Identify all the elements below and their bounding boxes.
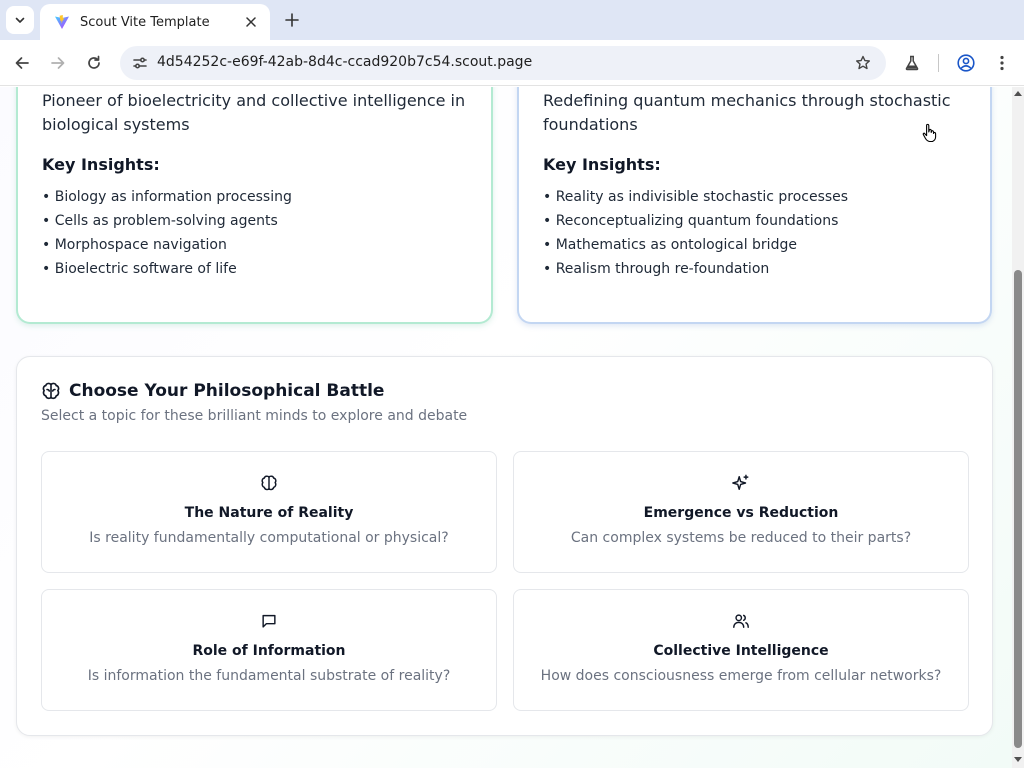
address-bar[interactable]: 4d54252c-e69f-42ab-8d4c-ccad920b7c54.sco…: [120, 46, 886, 80]
page-viewport: Pioneer of bioelectricity and collective…: [0, 87, 1012, 768]
tab-close-button[interactable]: [242, 13, 260, 31]
profile-card-quantum: Redefining quantum mechanics through sto…: [517, 87, 992, 324]
tab-strip: Scout Vite Template: [0, 0, 1024, 40]
plus-icon: [285, 13, 299, 27]
tab-title: Scout Vite Template: [80, 14, 210, 30]
topic-description: Is information the fundamental substrate…: [87, 668, 451, 684]
site-info-tune-icon[interactable]: [128, 51, 152, 75]
battle-heading-row: Choose Your Philosophical Battle: [41, 381, 384, 401]
scrollbar-thumb[interactable]: [1014, 270, 1022, 748]
url-text: 4d54252c-e69f-42ab-8d4c-ccad920b7c54.sco…: [157, 54, 533, 70]
bookmark-star-icon[interactable]: [852, 52, 874, 74]
profile-description: Redefining quantum mechanics through sto…: [543, 91, 951, 134]
topic-title: Emergence vs Reduction: [643, 505, 839, 521]
users-icon: [732, 612, 750, 630]
scroll-up-arrow-icon[interactable]: [1014, 91, 1022, 96]
forward-arrow-icon: [51, 57, 65, 69]
more-vert-icon: [1000, 55, 1004, 71]
profile-card-bioelectricity: Pioneer of bioelectricity and collective…: [16, 87, 493, 324]
key-insights-heading: Key Insights:: [543, 155, 661, 174]
browser-tab[interactable]: Scout Vite Template: [40, 4, 270, 40]
topic-title: Role of Information: [192, 643, 346, 659]
reload-icon: [88, 55, 100, 69]
forward-button[interactable]: [46, 51, 70, 75]
profile-icon: [957, 54, 975, 72]
hand-cursor-icon: [922, 123, 937, 143]
battle-subtitle: Select a topic for these brilliant minds…: [41, 408, 468, 424]
back-button[interactable]: [10, 51, 34, 75]
topic-title: The Nature of Reality: [184, 505, 354, 521]
message-square-icon: [260, 612, 278, 630]
profile-description: Pioneer of bioelectricity and collective…: [42, 91, 466, 134]
topic-description: How does consciousness emerge from cellu…: [540, 668, 942, 684]
topic-role-of-information[interactable]: Role of Information Is information the f…: [41, 589, 497, 711]
insight-item: • Reality as indivisible stochastic proc…: [543, 189, 849, 205]
flask-icon: [905, 55, 919, 71]
key-insights-list: • Biology as information processing • Ce…: [42, 185, 292, 281]
back-arrow-icon: [15, 57, 29, 69]
chevron-down-icon: [15, 17, 25, 23]
insight-item: • Biology as information processing: [42, 189, 292, 205]
brain-icon: [260, 474, 278, 492]
reload-button[interactable]: [82, 51, 106, 75]
insight-item: • Morphospace navigation: [42, 237, 227, 253]
sparkles-icon: [732, 474, 750, 492]
insight-item: • Reconceptualizing quantum foundations: [543, 213, 839, 229]
brain-icon: [41, 381, 61, 401]
browser-menu-button[interactable]: [990, 51, 1014, 75]
labs-button[interactable]: [900, 51, 924, 75]
topic-emergence-vs-reduction[interactable]: Emergence vs Reduction Can complex syste…: [513, 451, 969, 573]
tab-list-button[interactable]: [6, 6, 34, 34]
insight-item: • Realism through re-foundation: [543, 261, 770, 277]
browser-toolbar: 4d54252c-e69f-42ab-8d4c-ccad920b7c54.sco…: [0, 40, 1024, 86]
topic-collective-intelligence[interactable]: Collective Intelligence How does conscio…: [513, 589, 969, 711]
philosophical-battle-card: Choose Your Philosophical Battle Select …: [16, 356, 993, 736]
toolbar-divider: [938, 54, 939, 72]
close-icon: [246, 17, 256, 27]
insight-item: • Bioelectric software of life: [42, 261, 237, 277]
new-tab-button[interactable]: [282, 10, 302, 30]
page-scrollbar[interactable]: [1012, 87, 1024, 768]
insight-item: • Mathematics as ontological bridge: [543, 237, 797, 253]
insight-item: • Cells as problem-solving agents: [42, 213, 278, 229]
key-insights-list: • Reality as indivisible stochastic proc…: [543, 185, 848, 281]
scroll-down-arrow-icon[interactable]: [1014, 757, 1022, 762]
key-insights-heading: Key Insights:: [42, 155, 160, 174]
battle-title: Choose Your Philosophical Battle: [69, 381, 385, 401]
vite-favicon-icon: [54, 14, 70, 30]
topic-description: Can complex systems be reduced to their …: [570, 530, 912, 546]
topic-description: Is reality fundamentally computational o…: [89, 530, 449, 546]
profile-button[interactable]: [954, 51, 978, 75]
topic-title: Collective Intelligence: [653, 643, 829, 659]
topic-nature-of-reality[interactable]: The Nature of Reality Is reality fundame…: [41, 451, 497, 573]
